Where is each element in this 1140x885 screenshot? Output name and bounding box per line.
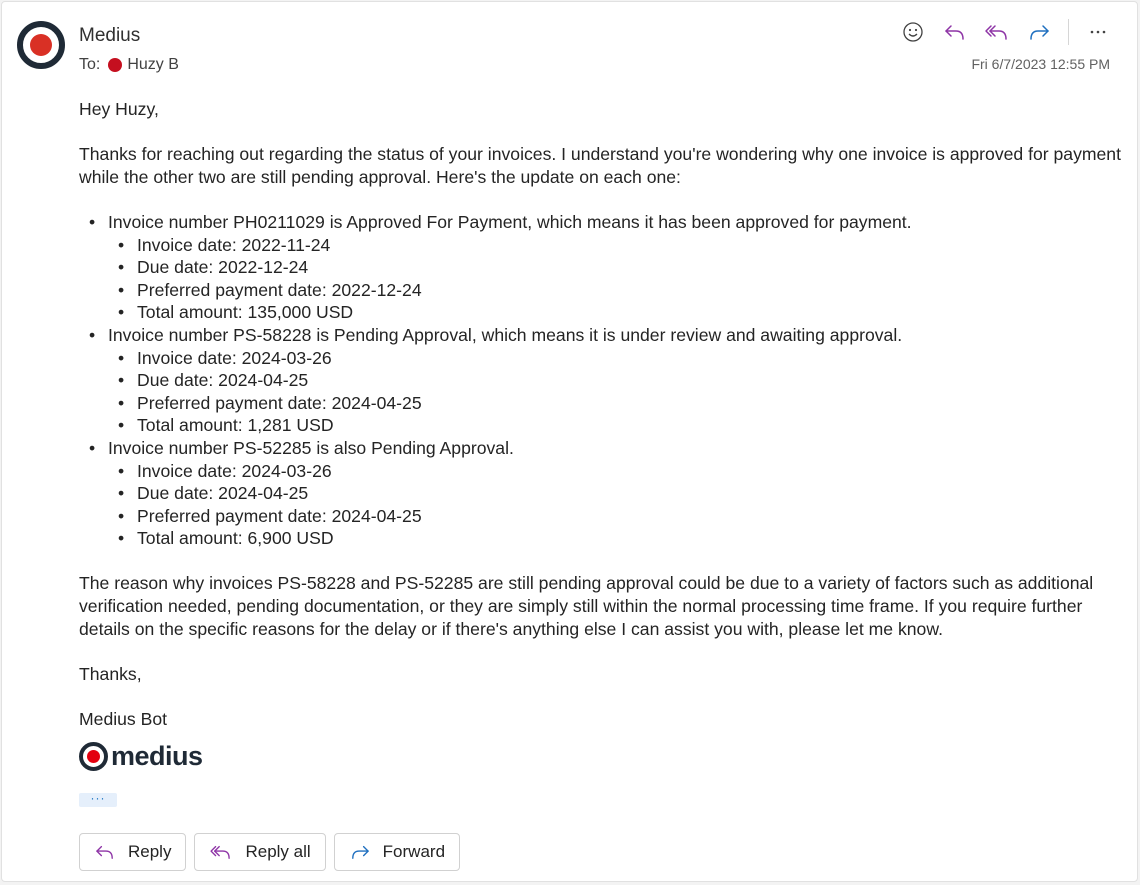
reply-icon [945,25,964,40]
toolbar-divider [1068,19,1069,45]
react-button[interactable] [892,16,934,48]
medius-logo-text: medius [111,741,203,772]
invoice-detail: Invoice date: 2024-03-26 [108,347,1129,370]
reply-all-icon [985,25,1007,40]
reply-all-icon [210,845,231,859]
email-reading-pane: Medius To: Huzy B Fri 6/7/2023 12:55 PM … [1,1,1138,882]
intro-paragraph: Thanks for reaching out regarding the st… [79,144,1121,187]
message-body: Hey Huzy, Thanks for reaching out regard… [79,98,1129,773]
reply-all-button[interactable]: Reply all [194,833,326,871]
invoice-summary: Invoice number PS-52285 is also Pending … [108,437,514,458]
invoice-detail: Total amount: 135,000 USD [108,301,1129,324]
reply-icon [96,845,113,859]
reply-button[interactable]: Reply [79,833,187,871]
signoff: Thanks, [79,663,142,684]
forward-button[interactable]: Forward [333,833,461,871]
medius-logo: medius [79,741,1129,773]
invoice-detail: Total amount: 6,900 USD [108,527,1129,550]
recipient-name[interactable]: Huzy B [127,56,179,74]
invoice-detail: Invoice date: 2022-11-24 [108,234,1129,257]
invoice-item: Invoice number PS-52285 is also Pending … [79,437,1129,550]
more-actions-button[interactable] [1077,16,1119,48]
sender-name[interactable]: Medius [79,25,140,47]
forward-toolbar-button[interactable] [1018,16,1060,48]
reply-actions: Reply Reply all Forward [79,833,461,871]
recipient-line: To: Huzy B [79,56,179,74]
invoice-detail: Preferred payment date: 2022-12-24 [108,279,1129,302]
signature-name: Medius Bot [79,709,168,730]
reply-all-button-label: Reply all [245,842,311,861]
invoice-detail: Due date: 2024-04-25 [108,369,1129,392]
forward-icon [1030,25,1049,40]
invoice-summary: Invoice number PS-58228 is Pending Appro… [108,324,903,345]
invoice-detail: Total amount: 1,281 USD [108,414,1129,437]
reply-all-toolbar-button[interactable] [976,16,1018,48]
avatar-dot [30,34,52,56]
reply-button-label: Reply [128,842,172,861]
sender-avatar[interactable] [17,21,65,69]
to-label: To: [79,56,101,73]
recipient-status-dot-icon [108,58,123,72]
invoice-detail: Preferred payment date: 2024-04-25 [108,392,1129,415]
forward-icon [351,845,369,859]
more-icon [1090,30,1106,34]
invoice-detail: Due date: 2022-12-24 [108,256,1129,279]
greeting: Hey Huzy, [79,99,159,119]
message-toolbar [892,16,1119,48]
sent-timestamp: Fri 6/7/2023 12:55 PM [971,56,1110,72]
invoice-detail: Preferred payment date: 2024-04-25 [108,505,1129,528]
invoice-detail: Invoice date: 2024-03-26 [108,460,1129,483]
medius-logo-icon [79,742,108,772]
invoice-item: Invoice number PH0211029 is Approved For… [79,211,1129,324]
invoice-detail: Due date: 2024-04-25 [108,482,1129,505]
invoice-item: Invoice number PS-58228 is Pending Appro… [79,324,1129,437]
invoice-list: Invoice number PH0211029 is Approved For… [79,211,1129,550]
reply-toolbar-button[interactable] [934,16,976,48]
closing-paragraph: The reason why invoices PS-58228 and PS-… [79,573,1094,639]
emoji-icon [903,22,923,42]
ellipsis-icon: ··· [90,790,106,805]
show-quoted-text-button[interactable]: ··· [79,790,117,807]
forward-button-label: Forward [382,842,446,861]
invoice-summary: Invoice number PH0211029 is Approved For… [108,211,912,232]
